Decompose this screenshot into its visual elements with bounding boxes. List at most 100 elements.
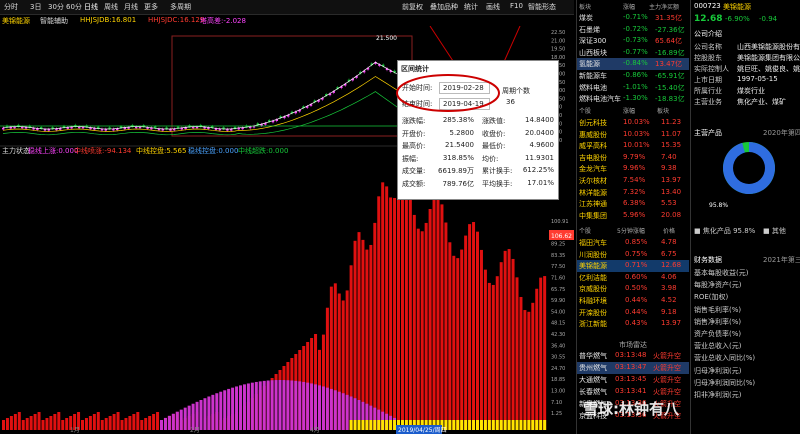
sector-row[interactable]: 新能源车 -0.86% -65.91亿 (577, 70, 689, 82)
sector-row[interactable]: 深证300 -0.73% 65.64亿 (577, 35, 689, 47)
radar-row[interactable]: 长春燃气 03:13:41 火箭升空 (577, 386, 689, 398)
magenta-bar (163, 417, 167, 430)
stock-row[interactable]: 惠威股份 10.03% 11.07 (577, 129, 689, 141)
stock-change: 0.85% (625, 238, 648, 246)
stock2-header: 价格 (663, 228, 676, 235)
tab-monthly[interactable]: 月线 (124, 2, 138, 12)
stock-row[interactable]: 威孚高科 10.01% 15.35 (577, 140, 689, 152)
yellow-bar (389, 420, 393, 430)
sector-row[interactable]: 石墨烯 -0.72% -27.36亿 (577, 24, 689, 36)
smart-assist-label[interactable]: 智能辅助 (40, 16, 68, 26)
fundamentals-panel: 000723 美锦能源 12.68 -6.90% -0.94 公司介绍 公司名称… (690, 0, 800, 434)
yellow-bar (531, 420, 535, 430)
stat-label: 振幅: (402, 154, 419, 163)
flow-bar (128, 416, 132, 430)
sector-name: 新能源车 (579, 72, 607, 80)
stock-price: 20.08 (661, 210, 682, 219)
stock2-row[interactable]: 亿利洁能 0.60% 4.06 (577, 272, 689, 284)
stat-label: 最低价: (482, 142, 506, 150)
tab-daily[interactable]: 日线 (84, 2, 98, 12)
radar-title: 市场雷达 (619, 341, 647, 349)
yellow-bar (476, 420, 479, 430)
company-field-label: 公司名称 (694, 43, 722, 51)
flow-bar (381, 182, 385, 430)
sector-row[interactable]: 山西板块 -0.77% -16.89亿 (577, 47, 689, 59)
stock-row[interactable]: 创元科技 10.03% 11.23 (577, 117, 689, 129)
draw-button[interactable]: 画线 (486, 2, 500, 12)
ma-line (2, 76, 418, 132)
flow-bar (120, 420, 124, 430)
radar-row[interactable]: 大通燃气 03:13:45 火箭升空 (577, 374, 689, 386)
magenta-bar (246, 383, 250, 430)
radar-time: 03:13:41 (615, 387, 647, 395)
sector-row[interactable]: 煤炭 -0.71% 31.35亿 (577, 12, 689, 24)
tab-3day[interactable]: 3日 (30, 2, 41, 12)
stock-row[interactable]: 中集集团 5.96% 20.08 (577, 210, 689, 222)
stock-row[interactable]: 吉电股份 9.79% 7.40 (577, 152, 689, 164)
sector-change: -0.84% (623, 59, 648, 68)
stock-header: 个股 (579, 108, 592, 115)
stock2-row[interactable]: 京威股份 0.50% 3.98 (577, 283, 689, 295)
flow-bar (468, 224, 472, 430)
sector-row[interactable]: 燃料电池汽车 -1.30% -18.83亿 (577, 93, 689, 105)
stock2-row[interactable]: 科融环境 0.44% 4.52 (577, 295, 689, 307)
flow-bar (140, 420, 144, 430)
multi-period-button[interactable]: 多周期 (170, 2, 191, 12)
stat-value: 17.01% (527, 178, 554, 187)
stock2-row[interactable]: 川润股份 0.75% 6.75 (577, 249, 689, 261)
stock2-row[interactable]: 福田汽车 0.85% 4.78 (577, 237, 689, 249)
magenta-bar (215, 393, 219, 430)
stat-value: 318.85% (442, 153, 474, 162)
radar-row[interactable]: 普华燃气 03:13:48 火箭升空 (577, 350, 689, 362)
sector-row[interactable]: 氢能源 -0.84% 13.47亿 (577, 58, 689, 70)
interval-stats-dialog[interactable]: 区间统计 开始时间: 2019-02-28 结束时间: 2019-04-19 周… (396, 60, 559, 200)
yellow-bar (535, 420, 539, 430)
stock-name: 威孚高科 (579, 142, 607, 151)
tab-30min[interactable]: 30分 (48, 2, 64, 12)
stock-row[interactable]: 金龙汽车 9.96% 9.38 (577, 163, 689, 175)
company-field-value: 山西美锦能源股份有限 (737, 43, 800, 51)
flow-bar (420, 231, 424, 430)
legend-1: ■ 焦化产品 95.8% (694, 227, 756, 235)
y-tick-lower: 77.50 (551, 264, 565, 270)
overlay-dropdown[interactable]: 叠加品种 (430, 2, 458, 12)
y-tick-lower: 30.55 (551, 355, 565, 361)
flow-bar (65, 418, 69, 430)
sector-change: -1.01% (623, 82, 648, 91)
sector-row[interactable]: 燃料电池 -1.01% -15.40亿 (577, 82, 689, 94)
stock2-row[interactable]: 开滦股份 0.44% 9.18 (577, 307, 689, 319)
y-tick-lower: 100.91 (551, 219, 569, 225)
adjust-dropdown[interactable]: 前复权 (402, 2, 423, 12)
smart-shape-button[interactable]: 智能形态 (528, 2, 556, 12)
magenta-bar (235, 386, 239, 430)
stats-button[interactable]: 统计 (464, 2, 478, 12)
yellow-bar (377, 420, 381, 430)
more-dropdown[interactable]: 更多 (144, 2, 158, 12)
stock-name: 中集集团 (579, 211, 607, 220)
stock-name: 金龙汽车 (579, 165, 607, 174)
yellow-bar (456, 420, 460, 430)
flow-bar (456, 258, 460, 430)
magenta-bar (266, 380, 270, 430)
stock-name: 开滦股份 (579, 308, 607, 317)
stock2-row[interactable]: 浙江新能 0.43% 13.97 (577, 318, 689, 330)
flow-bar (400, 180, 404, 430)
stock-change: 10.03% (623, 129, 650, 138)
yellow-bar (365, 420, 369, 430)
stat-label: 最高价: (402, 142, 426, 150)
tab-fenshi[interactable]: 分时 (4, 2, 18, 12)
radar-row[interactable]: 贵州燃气 03:13:47 火箭升空 (577, 362, 689, 374)
stock-row[interactable]: 林洋能源 7.32% 13.40 (577, 187, 689, 199)
stock-row[interactable]: 江苏神通 6.38% 5.53 (577, 198, 689, 210)
stock-name: 惠威股份 (579, 130, 607, 139)
stock2-row[interactable]: 美锦能源 0.71% 12.68 (577, 260, 689, 272)
tab-weekly[interactable]: 周线 (104, 2, 118, 12)
tab-60min[interactable]: 60分 (66, 2, 82, 12)
stock-name: 浙江新能 (579, 320, 607, 329)
f10-button[interactable]: F10 (510, 2, 523, 10)
pie-label: 95.8% (709, 202, 729, 209)
yellow-bar (515, 420, 519, 430)
stock-row[interactable]: 沃尔核材 7.54% 13.97 (577, 175, 689, 187)
stock-change: 0.60% (625, 272, 648, 281)
stock-price: 15.35 (661, 141, 682, 150)
